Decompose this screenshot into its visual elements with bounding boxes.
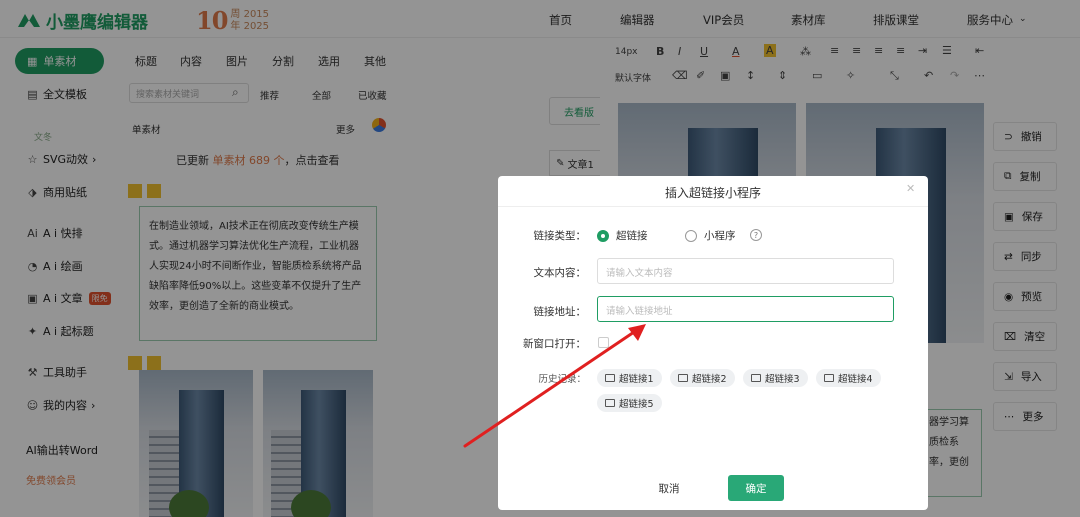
- annotation-arrow: [463, 324, 646, 448]
